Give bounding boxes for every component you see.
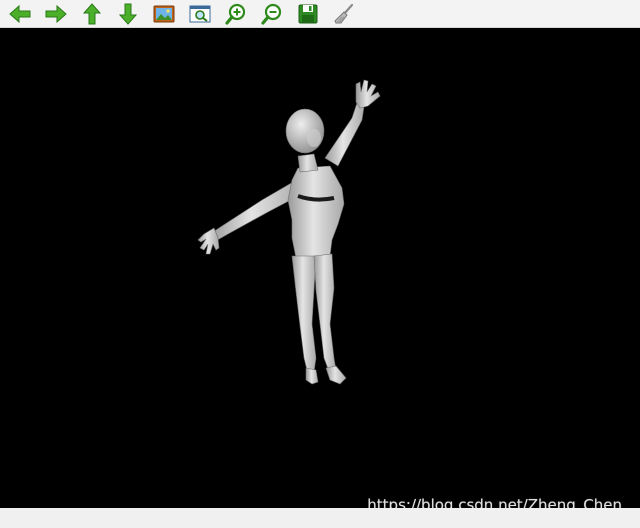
up-button[interactable]: [80, 2, 104, 26]
floppy-disk-icon: [298, 4, 318, 24]
back-button[interactable]: [8, 2, 32, 26]
down-button[interactable]: [116, 2, 140, 26]
picture-icon: [153, 5, 175, 23]
arrow-right-icon: [45, 4, 67, 24]
view-button[interactable]: [188, 2, 212, 26]
human-body-model: [197, 79, 381, 385]
arrow-down-icon: [118, 3, 138, 25]
zoom-in-icon: [225, 3, 246, 25]
broom-icon: [334, 3, 354, 24]
zoom-window-icon: [189, 5, 211, 23]
zoom-out-button[interactable]: [260, 2, 284, 26]
zoom-in-button[interactable]: [224, 2, 248, 26]
toolbar: [0, 0, 640, 28]
save-button[interactable]: [296, 2, 320, 26]
3d-viewport[interactable]: https://blog.csdn.net/Zheng_Chen: [0, 28, 640, 508]
arrow-left-icon: [9, 4, 31, 24]
watermark-text: https://blog.csdn.net/Zheng_Chen: [367, 496, 622, 508]
zoom-out-icon: [261, 3, 282, 25]
forward-button[interactable]: [44, 2, 68, 26]
status-bar: [0, 508, 640, 528]
clear-button[interactable]: [332, 2, 356, 26]
image-button[interactable]: [152, 2, 176, 26]
arrow-up-icon: [82, 3, 102, 25]
